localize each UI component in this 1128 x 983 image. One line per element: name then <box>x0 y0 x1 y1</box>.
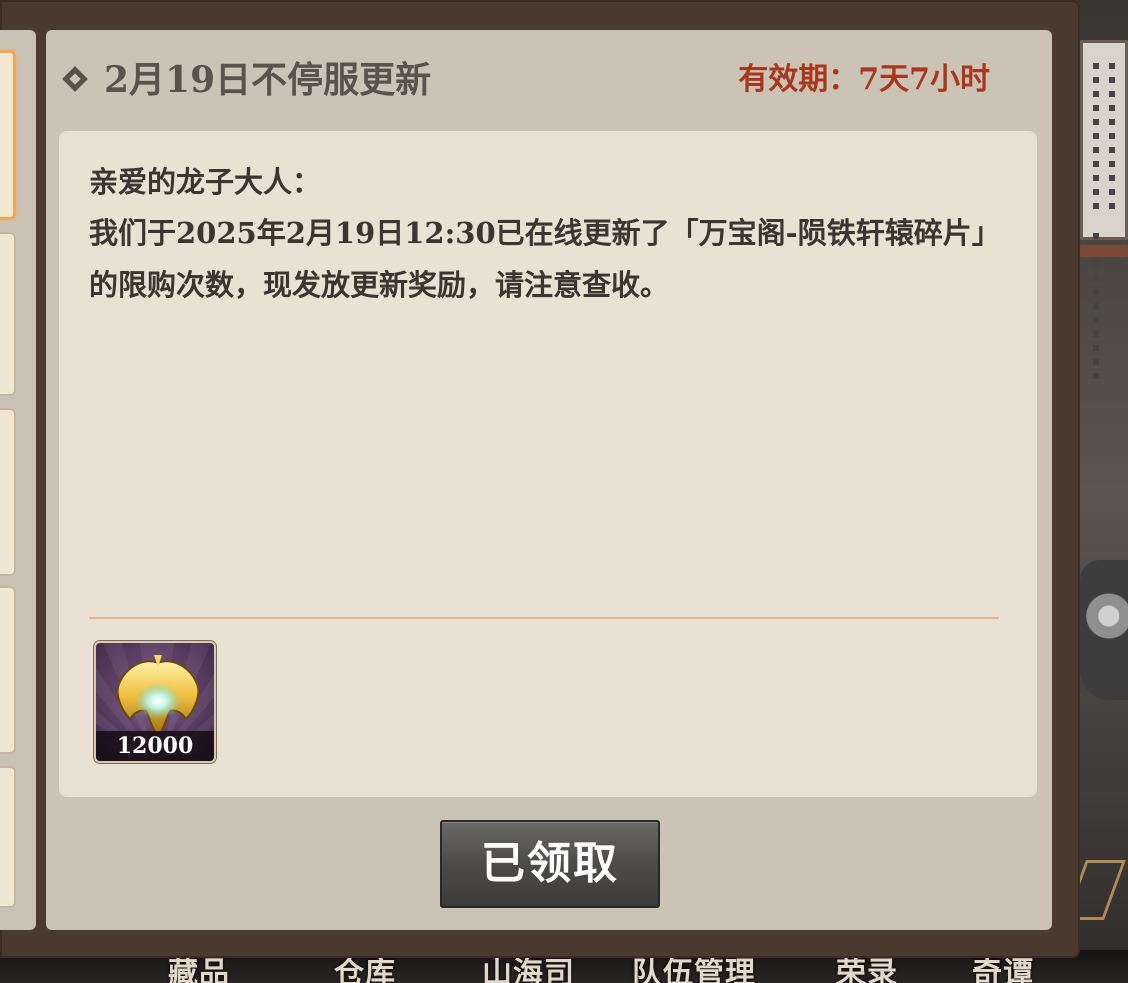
mail-detail-panel: 2月19日不停服更新 有效期：7天7小时 亲爱的龙子大人： 我们于2025年2月… <box>46 30 1052 930</box>
claimed-button[interactable]: 已领取 <box>440 820 660 908</box>
mail-expiry: 有效期：7天7小时 <box>738 62 990 97</box>
background-rail <box>1080 245 1128 257</box>
nav-item-shanhaisi[interactable]: 山海司 <box>482 954 575 983</box>
mail-header: 2月19日不停服更新 有效期：7天7小时 <box>46 30 1052 130</box>
mail-list-item[interactable] <box>0 766 16 908</box>
reward-item[interactable]: 12000 <box>94 641 216 763</box>
mail-body: 我们于2025年2月19日12:30已在线更新了「万宝阁-陨铁轩辕碎片」的限购次… <box>89 216 987 302</box>
nav-item-collection[interactable]: 藏品 <box>168 954 230 983</box>
mail-list <box>0 30 36 930</box>
mail-list-item[interactable] <box>0 232 16 396</box>
reward-count: 12000 <box>96 731 214 761</box>
background-flower-rock <box>1080 560 1128 700</box>
mail-title: 2月19日不停服更新 <box>104 59 432 101</box>
golden-fan-shard-icon <box>116 655 200 739</box>
mail-dialog: 2月19日不停服更新 有效期：7天7小时 亲爱的龙子大人： 我们于2025年2月… <box>0 0 1080 958</box>
divider <box>89 617 999 619</box>
nav-item-tales[interactable]: 奇谭 <box>972 954 1034 983</box>
background-signboard <box>1080 40 1128 383</box>
mail-list-item[interactable] <box>0 408 16 576</box>
diamond-bullet-icon <box>62 66 88 92</box>
game-screen: 藏品 仓库 山海司 队伍管理 荣录 奇谭 2月19日不停服更新 有效期：7天7小… <box>0 0 1128 983</box>
nav-item-team-management[interactable]: 队伍管理 <box>632 954 756 983</box>
nav-item-warehouse[interactable]: 仓库 <box>334 954 396 983</box>
mail-greeting: 亲爱的龙子大人： <box>89 165 322 199</box>
mail-content: 亲爱的龙子大人： 我们于2025年2月19日12:30已在线更新了「万宝阁-陨铁… <box>59 131 1037 797</box>
nav-item-honor[interactable]: 荣录 <box>836 954 898 983</box>
mail-list-item-selected[interactable] <box>0 50 16 220</box>
mail-list-item[interactable] <box>0 586 16 754</box>
